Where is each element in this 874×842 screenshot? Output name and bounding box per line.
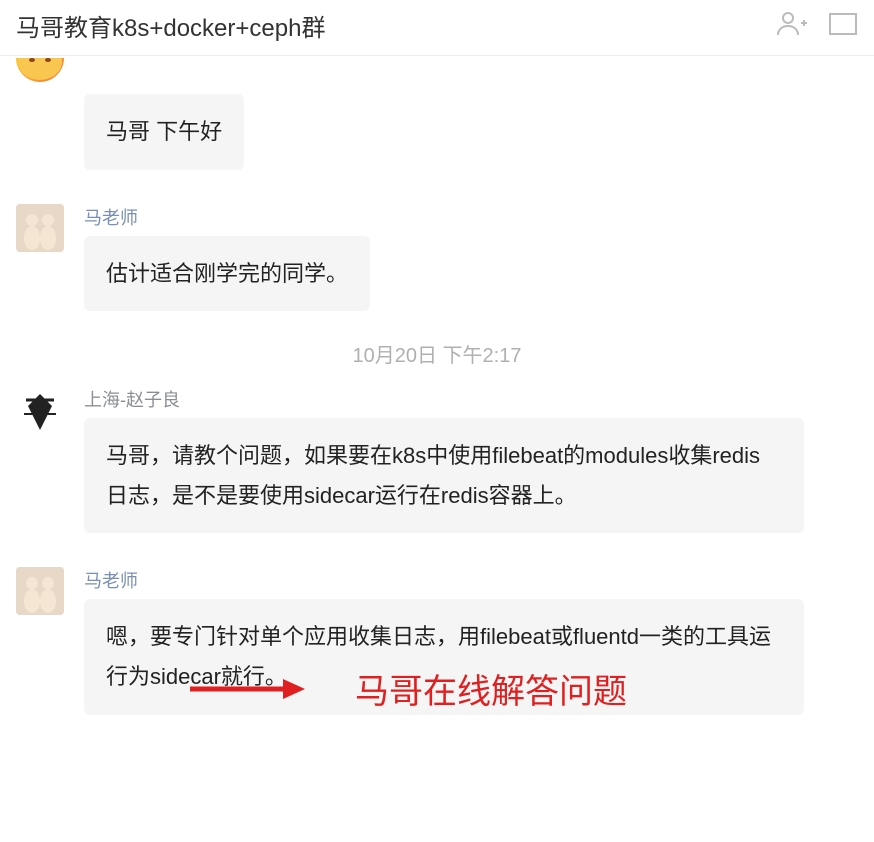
chat-header: 马哥教育k8s+docker+ceph群: [0, 0, 874, 56]
message-nickname: 上海-赵子良: [84, 386, 858, 412]
avatar[interactable]: [16, 567, 64, 615]
message-row: 马哥 下午好: [16, 66, 858, 170]
avatar[interactable]: [16, 58, 64, 82]
chat-title: 马哥教育k8s+docker+ceph群: [16, 8, 325, 43]
message-row: 马老师 估计适合刚学完的同学。: [16, 204, 858, 312]
message-content: 马老师 嗯，要专门针对单个应用收集日志，用filebeat或fluentd一类的…: [84, 567, 858, 714]
chat-message-list: 马哥 下午好 马老师 估计适合刚学完的同学。 10月20日 下午2:17: [0, 56, 874, 731]
message-bubble[interactable]: 嗯，要专门针对单个应用收集日志，用filebeat或fluentd一类的工具运行…: [84, 599, 804, 714]
timestamp-divider: 10月20日 下午2:17: [16, 339, 858, 368]
message-row: 马老师 嗯，要专门针对单个应用收集日志，用filebeat或fluentd一类的…: [16, 567, 858, 714]
avatar[interactable]: [16, 386, 64, 434]
message-row: 上海-赵子良 马哥，请教个问题，如果要在k8s中使用filebeat的modul…: [16, 386, 858, 533]
avatar[interactable]: [16, 204, 64, 252]
message-content: 马哥 下午好: [84, 66, 858, 170]
message-bubble[interactable]: 马哥，请教个问题，如果要在k8s中使用filebeat的modules收集red…: [84, 418, 804, 533]
message-nickname: 马老师: [84, 567, 858, 593]
add-member-icon[interactable]: [776, 9, 808, 42]
message-content: 上海-赵子良 马哥，请教个问题，如果要在k8s中使用filebeat的modul…: [84, 386, 858, 533]
folder-icon[interactable]: [828, 10, 858, 41]
message-nickname: 马老师: [84, 204, 858, 230]
header-actions: [776, 9, 858, 42]
message-bubble[interactable]: 马哥 下午好: [84, 94, 244, 170]
message-bubble[interactable]: 估计适合刚学完的同学。: [84, 236, 370, 312]
message-content: 马老师 估计适合刚学完的同学。: [84, 204, 858, 312]
